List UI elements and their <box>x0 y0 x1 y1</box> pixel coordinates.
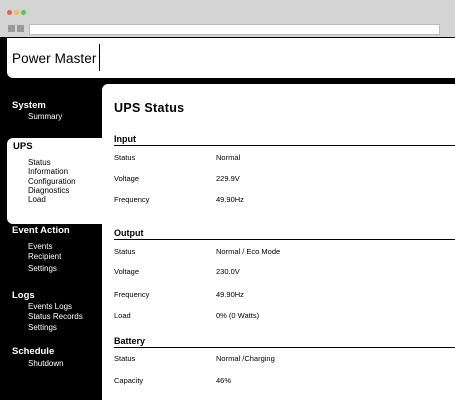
nav-item-status-records[interactable]: Status Records <box>28 313 83 321</box>
nav-group-ups[interactable]: UPS <box>13 141 33 152</box>
row-label: Capacity <box>114 376 144 385</box>
forward-icon[interactable] <box>17 25 24 32</box>
row-label: Voltage <box>114 267 140 276</box>
section-title-output: Output <box>114 228 144 238</box>
minimize-window-icon[interactable] <box>14 10 19 15</box>
row-value: 0% (0 Watts) <box>216 311 260 320</box>
nav-item-shutdown[interactable]: Shutdown <box>28 360 64 368</box>
browser-toolbar <box>0 0 455 37</box>
nav-item-diagnostics[interactable]: Diagnostics <box>28 187 69 195</box>
nav-item-recipient[interactable]: Recipient <box>28 253 61 261</box>
nav-item-load[interactable]: Load <box>28 196 46 204</box>
nav-group-ups-active: UPS Status Information Configuration Dia… <box>7 138 102 224</box>
nav-item-summary[interactable]: Summary <box>28 113 62 121</box>
main-content: UPS Status Input Status Normal Voltage 2… <box>102 84 455 400</box>
nav-item-log-settings[interactable]: Settings <box>28 324 57 332</box>
nav-group-event-action[interactable]: Event Action <box>12 225 70 236</box>
row-label: Frequency <box>114 290 150 299</box>
app-logo: Power Master <box>12 51 97 66</box>
row-value: 230.0V <box>216 267 240 276</box>
row-value: Normal /Charging <box>216 354 275 363</box>
row-label: Frequency <box>114 195 150 204</box>
row-label: Load <box>114 311 131 320</box>
close-window-icon[interactable] <box>7 10 12 15</box>
page-title: UPS Status <box>114 101 185 115</box>
nav-item-events-logs[interactable]: Events Logs <box>28 303 72 311</box>
address-bar[interactable] <box>29 24 440 35</box>
sidebar-nav: System Summary UPS Status Information Co… <box>0 78 102 400</box>
maximize-window-icon[interactable] <box>21 10 26 15</box>
nav-item-event-settings[interactable]: Settings <box>28 265 57 273</box>
row-value: 46% <box>216 376 232 385</box>
section-title-input: Input <box>114 134 136 144</box>
nav-item-events[interactable]: Events <box>28 243 52 251</box>
row-value: 49.90Hz <box>216 195 244 204</box>
header-divider <box>99 44 100 71</box>
back-icon[interactable] <box>8 25 15 32</box>
section-divider <box>114 145 455 146</box>
row-label: Status <box>114 153 136 162</box>
nav-group-schedule[interactable]: Schedule <box>12 346 54 357</box>
row-label: Status <box>114 354 136 363</box>
row-label: Voltage <box>114 174 140 183</box>
row-value: Normal / Eco Mode <box>216 247 281 256</box>
nav-item-configuration[interactable]: Configuration <box>28 178 76 186</box>
nav-group-system[interactable]: System <box>12 100 46 111</box>
section-divider <box>114 347 455 348</box>
row-value: 229.9V <box>216 174 240 183</box>
row-label: Status <box>114 247 136 256</box>
app-header: Power Master <box>7 38 455 78</box>
row-value: Normal <box>216 153 241 162</box>
section-title-battery: Battery <box>114 336 146 346</box>
row-value: 49.90Hz <box>216 290 244 299</box>
section-divider <box>114 239 455 240</box>
nav-item-status[interactable]: Status <box>28 159 51 167</box>
nav-group-logs[interactable]: Logs <box>12 290 35 301</box>
nav-item-information[interactable]: Information <box>28 168 68 176</box>
